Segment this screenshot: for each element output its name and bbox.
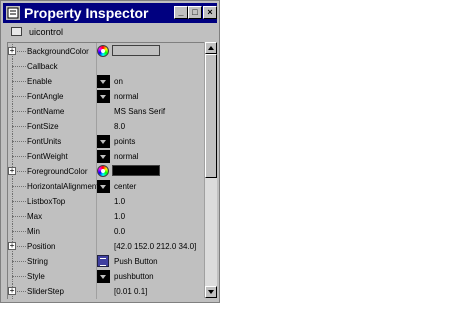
expand-icon[interactable]: + [8,167,16,175]
property-name: Style [27,272,45,281]
property-name: FontAngle [27,92,64,101]
property-name: Callback [27,62,58,71]
property-value[interactable]: pushbutton [114,271,154,282]
property-name: SliderStep [27,287,64,296]
property-row[interactable]: FontUnits points [8,134,205,149]
tree-branch [12,141,26,142]
property-inspector-window: Property Inspector _ □ × uicontrol + Back… [0,0,220,303]
maximize-button[interactable]: □ [188,6,202,19]
property-row[interactable]: FontSize 8.0 [8,119,205,134]
property-row[interactable]: FontWeight normal [8,149,205,164]
property-value[interactable]: normal [114,91,138,102]
property-row[interactable]: Callback [8,59,205,74]
property-name: String [27,257,48,266]
property-row[interactable]: HorizontalAlignment center [8,179,205,194]
property-row[interactable]: + ForegroundColor [8,164,205,179]
tree-branch [12,66,26,67]
property-name: BackgroundColor [27,47,89,56]
property-value[interactable]: MS Sans Serif [114,106,165,117]
dropdown-arrow-icon[interactable] [97,150,110,163]
property-value[interactable]: points [114,136,135,147]
vertical-scrollbar[interactable] [204,42,217,298]
property-value[interactable]: 1.0 [114,196,125,207]
property-row[interactable]: FontName MS Sans Serif [8,104,205,119]
color-swatch[interactable] [112,45,160,56]
tree-branch [12,186,26,187]
tree-branch [12,96,26,97]
property-name: FontSize [27,122,59,131]
dropdown-arrow-icon[interactable] [97,90,110,103]
property-name: HorizontalAlignment [27,182,99,191]
matlab-app-icon [6,6,20,20]
object-selector[interactable]: uicontrol [3,26,217,40]
property-row[interactable]: String Push Button [8,254,205,269]
window-title: Property Inspector [24,5,149,21]
minimize-button[interactable]: _ [174,6,188,19]
tree-branch [12,126,26,127]
color-wheel-icon[interactable] [97,45,109,57]
scroll-up-button[interactable] [205,42,217,54]
tree-branch [12,276,26,277]
expand-icon[interactable]: + [8,287,16,295]
property-row[interactable]: + SliderStep [0.01 0.1] [8,284,205,299]
title-bar[interactable]: Property Inspector _ □ × [3,3,217,23]
property-name: FontWeight [27,152,68,161]
expand-icon[interactable]: + [8,242,16,250]
object-label: uicontrol [29,27,64,37]
property-value[interactable]: normal [114,151,138,162]
property-value[interactable]: Push Button [114,256,158,267]
property-name: ForegroundColor [27,167,88,176]
tree-branch [12,231,26,232]
property-row[interactable]: ListboxTop 1.0 [8,194,205,209]
property-name: FontUnits [27,137,62,146]
property-value[interactable]: 8.0 [114,121,125,132]
dropdown-arrow-icon[interactable] [97,180,110,193]
property-value[interactable]: [42.0 152.0 212.0 34.0] [114,241,196,252]
property-row[interactable]: Enable on [8,74,205,89]
expand-icon[interactable]: + [8,47,16,55]
property-name: Position [27,242,56,251]
property-name: FontName [27,107,65,116]
property-row[interactable]: FontAngle normal [8,89,205,104]
string-editor-icon[interactable] [97,255,109,267]
scroll-thumb[interactable] [205,54,217,178]
color-wheel-icon[interactable] [97,165,109,177]
property-value[interactable]: center [114,181,136,192]
dropdown-arrow-icon[interactable] [97,75,110,88]
uicontrol-icon [11,27,22,36]
property-row[interactable]: Style pushbutton [8,269,205,284]
property-value[interactable]: 0.0 [114,226,125,237]
tree-branch [12,201,26,202]
property-name: Max [27,212,43,221]
color-swatch[interactable] [112,165,160,176]
property-row[interactable]: Min 0.0 [8,224,205,239]
scroll-down-button[interactable] [205,286,217,298]
property-name: ListboxTop [27,197,66,206]
tree-branch [12,81,26,82]
property-row[interactable]: + Position [42.0 152.0 212.0 34.0] [8,239,205,254]
property-name: Enable [27,77,52,86]
tree-branch [12,111,26,112]
property-value[interactable]: 1.0 [114,211,125,222]
close-button[interactable]: × [203,6,217,19]
property-name: Min [27,227,40,236]
dropdown-arrow-icon[interactable] [97,135,110,148]
dropdown-arrow-icon[interactable] [97,270,110,283]
tree-branch [12,261,26,262]
property-row[interactable]: + BackgroundColor [8,44,205,59]
tree-branch [12,156,26,157]
property-grid: + BackgroundColor Callback Enable on FontAngl… [7,42,205,299]
property-value[interactable]: on [114,76,123,87]
tree-branch [12,216,26,217]
property-row[interactable]: Max 1.0 [8,209,205,224]
property-value[interactable]: [0.01 0.1] [114,286,147,297]
